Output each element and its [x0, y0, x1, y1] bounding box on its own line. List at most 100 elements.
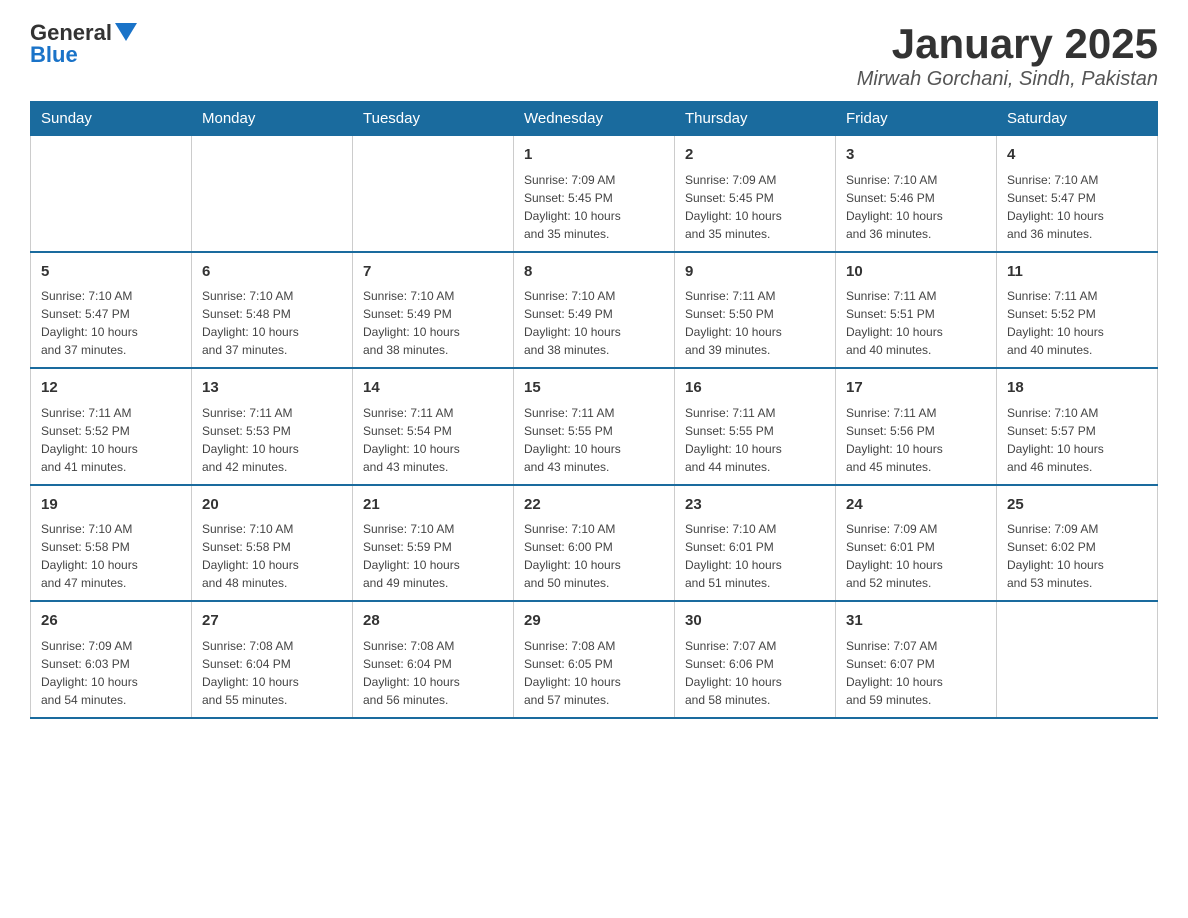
- calendar-subtitle: Mirwah Gorchani, Sindh, Pakistan: [857, 68, 1158, 91]
- week-row-4: 19 Sunrise: 7:10 AM Sunset: 5:58 PM Dayli…: [31, 485, 1158, 602]
- calendar-cell: 18Sunrise: 7:10 AM Sunset: 5:57 PM Dayli…: [997, 368, 1158, 485]
- day-number: 16: [685, 377, 825, 400]
- day-number: 4: [1007, 144, 1147, 167]
- day-number: 2: [685, 144, 825, 167]
- calendar-cell: 14 Sunrise: 7:11 AM Sunset: 5:54 PM Dayli…: [353, 368, 514, 485]
- day-number: 11: [1007, 261, 1147, 284]
- day-number: 14: [363, 377, 503, 400]
- day-info: Sunrise: 7:08 AM Sunset: 6:04 PM Dayligh…: [202, 637, 342, 709]
- day-number: 21: [363, 494, 503, 517]
- week-row-5: 26 Sunrise: 7:09 AM Sunset: 6:03 PM Dayli…: [31, 601, 1158, 718]
- day-number: 6: [202, 261, 342, 284]
- calendar-body: 1 Sunrise: 7:09 AM Sunset: 5:45 PM Daylig…: [31, 136, 1158, 718]
- calendar-cell: 24Sunrise: 7:09 AM Sunset: 6:01 PM Dayli…: [836, 485, 997, 602]
- calendar-cell: 25Sunrise: 7:09 AM Sunset: 6:02 PM Dayli…: [997, 485, 1158, 602]
- day-info: Sunrise: 7:11 AM Sunset: 5:53 PM Dayligh…: [202, 404, 342, 476]
- header-cell-friday: Friday: [836, 102, 997, 136]
- day-info: Sunrise: 7:07 AM Sunset: 6:06 PM Dayligh…: [685, 637, 825, 709]
- day-info: Sunrise: 7:10 AM Sunset: 5:46 PM Dayligh…: [846, 171, 986, 243]
- title-section: January 2025 Mirwah Gorchani, Sindh, Pak…: [857, 20, 1158, 91]
- day-info: Sunrise: 7:10 AM Sunset: 5:59 PM Dayligh…: [363, 520, 503, 592]
- day-number: 10: [846, 261, 986, 284]
- day-info: Sunrise: 7:10 AM Sunset: 6:00 PM Dayligh…: [524, 520, 664, 592]
- header-cell-saturday: Saturday: [997, 102, 1158, 136]
- calendar-cell: 16Sunrise: 7:11 AM Sunset: 5:55 PM Dayli…: [675, 368, 836, 485]
- calendar-cell: 10 Sunrise: 7:11 AM Sunset: 5:51 PM Dayli…: [836, 252, 997, 369]
- calendar-cell: 15 Sunrise: 7:11 AM Sunset: 5:55 PM Dayli…: [514, 368, 675, 485]
- week-row-1: 1 Sunrise: 7:09 AM Sunset: 5:45 PM Daylig…: [31, 136, 1158, 252]
- day-number: 19: [41, 494, 181, 517]
- week-row-2: 5Sunrise: 7:10 AM Sunset: 5:47 PM Daylig…: [31, 252, 1158, 369]
- calendar-cell: 12 Sunrise: 7:11 AM Sunset: 5:52 PM Dayli…: [31, 368, 192, 485]
- logo-blue-text: Blue: [30, 42, 78, 68]
- day-info: Sunrise: 7:11 AM Sunset: 5:52 PM Dayligh…: [41, 404, 181, 476]
- day-number: 12: [41, 377, 181, 400]
- day-info: Sunrise: 7:08 AM Sunset: 6:05 PM Dayligh…: [524, 637, 664, 709]
- day-info: Sunrise: 7:10 AM Sunset: 5:47 PM Dayligh…: [1007, 171, 1147, 243]
- calendar-title: January 2025: [857, 20, 1158, 68]
- logo-block: General Blue: [30, 20, 137, 68]
- day-number: 13: [202, 377, 342, 400]
- calendar-cell: 22 Sunrise: 7:10 AM Sunset: 6:00 PM Dayli…: [514, 485, 675, 602]
- day-info: Sunrise: 7:11 AM Sunset: 5:51 PM Dayligh…: [846, 287, 986, 359]
- calendar-cell: 28Sunrise: 7:08 AM Sunset: 6:04 PM Dayli…: [353, 601, 514, 718]
- day-number: 15: [524, 377, 664, 400]
- calendar-cell: 19 Sunrise: 7:10 AM Sunset: 5:58 PM Dayli…: [31, 485, 192, 602]
- calendar-cell: 13 Sunrise: 7:11 AM Sunset: 5:53 PM Dayli…: [192, 368, 353, 485]
- page-header: General Blue January 2025 Mirwah Gorchan…: [30, 20, 1158, 91]
- day-number: 23: [685, 494, 825, 517]
- day-info: Sunrise: 7:10 AM Sunset: 5:47 PM Dayligh…: [41, 287, 181, 359]
- week-row-3: 12 Sunrise: 7:11 AM Sunset: 5:52 PM Dayli…: [31, 368, 1158, 485]
- calendar-cell: 9Sunrise: 7:11 AM Sunset: 5:50 PM Daylig…: [675, 252, 836, 369]
- calendar-cell: [997, 601, 1158, 718]
- day-number: 26: [41, 610, 181, 633]
- calendar-cell: 20 Sunrise: 7:10 AM Sunset: 5:58 PM Dayli…: [192, 485, 353, 602]
- day-info: Sunrise: 7:07 AM Sunset: 6:07 PM Dayligh…: [846, 637, 986, 709]
- day-info: Sunrise: 7:11 AM Sunset: 5:54 PM Dayligh…: [363, 404, 503, 476]
- day-number: 31: [846, 610, 986, 633]
- calendar-cell: 17 Sunrise: 7:11 AM Sunset: 5:56 PM Dayli…: [836, 368, 997, 485]
- day-info: Sunrise: 7:10 AM Sunset: 6:01 PM Dayligh…: [685, 520, 825, 592]
- day-info: Sunrise: 7:10 AM Sunset: 5:48 PM Dayligh…: [202, 287, 342, 359]
- calendar-cell: 21 Sunrise: 7:10 AM Sunset: 5:59 PM Dayli…: [353, 485, 514, 602]
- calendar-cell: 23 Sunrise: 7:10 AM Sunset: 6:01 PM Dayli…: [675, 485, 836, 602]
- day-info: Sunrise: 7:09 AM Sunset: 5:45 PM Dayligh…: [524, 171, 664, 243]
- day-number: 8: [524, 261, 664, 284]
- calendar-cell: 7Sunrise: 7:10 AM Sunset: 5:49 PM Daylig…: [353, 252, 514, 369]
- day-info: Sunrise: 7:09 AM Sunset: 6:03 PM Dayligh…: [41, 637, 181, 709]
- day-number: 3: [846, 144, 986, 167]
- day-number: 24: [846, 494, 986, 517]
- day-info: Sunrise: 7:11 AM Sunset: 5:55 PM Dayligh…: [524, 404, 664, 476]
- calendar-cell: [31, 136, 192, 252]
- calendar-cell: 5Sunrise: 7:10 AM Sunset: 5:47 PM Daylig…: [31, 252, 192, 369]
- day-info: Sunrise: 7:10 AM Sunset: 5:58 PM Dayligh…: [202, 520, 342, 592]
- day-info: Sunrise: 7:11 AM Sunset: 5:52 PM Dayligh…: [1007, 287, 1147, 359]
- day-info: Sunrise: 7:08 AM Sunset: 6:04 PM Dayligh…: [363, 637, 503, 709]
- header-cell-tuesday: Tuesday: [353, 102, 514, 136]
- day-number: 17: [846, 377, 986, 400]
- calendar-cell: 4 Sunrise: 7:10 AM Sunset: 5:47 PM Daylig…: [997, 136, 1158, 252]
- calendar-cell: [192, 136, 353, 252]
- calendar-cell: 2Sunrise: 7:09 AM Sunset: 5:45 PM Daylig…: [675, 136, 836, 252]
- day-number: 7: [363, 261, 503, 284]
- day-number: 22: [524, 494, 664, 517]
- day-info: Sunrise: 7:11 AM Sunset: 5:56 PM Dayligh…: [846, 404, 986, 476]
- day-info: Sunrise: 7:11 AM Sunset: 5:50 PM Dayligh…: [685, 287, 825, 359]
- day-number: 30: [685, 610, 825, 633]
- header-row: SundayMondayTuesdayWednesdayThursdayFrid…: [31, 102, 1158, 136]
- day-info: Sunrise: 7:10 AM Sunset: 5:58 PM Dayligh…: [41, 520, 181, 592]
- calendar-cell: 26 Sunrise: 7:09 AM Sunset: 6:03 PM Dayli…: [31, 601, 192, 718]
- header-cell-sunday: Sunday: [31, 102, 192, 136]
- logo-triangle-icon: [115, 23, 137, 41]
- day-number: 1: [524, 144, 664, 167]
- day-number: 20: [202, 494, 342, 517]
- header-cell-wednesday: Wednesday: [514, 102, 675, 136]
- day-number: 27: [202, 610, 342, 633]
- day-info: Sunrise: 7:09 AM Sunset: 6:02 PM Dayligh…: [1007, 520, 1147, 592]
- calendar-cell: 27 Sunrise: 7:08 AM Sunset: 6:04 PM Dayli…: [192, 601, 353, 718]
- calendar-cell: 11 Sunrise: 7:11 AM Sunset: 5:52 PM Dayli…: [997, 252, 1158, 369]
- calendar-cell: [353, 136, 514, 252]
- calendar-cell: 29Sunrise: 7:08 AM Sunset: 6:05 PM Dayli…: [514, 601, 675, 718]
- calendar-cell: 1 Sunrise: 7:09 AM Sunset: 5:45 PM Daylig…: [514, 136, 675, 252]
- day-info: Sunrise: 7:10 AM Sunset: 5:49 PM Dayligh…: [524, 287, 664, 359]
